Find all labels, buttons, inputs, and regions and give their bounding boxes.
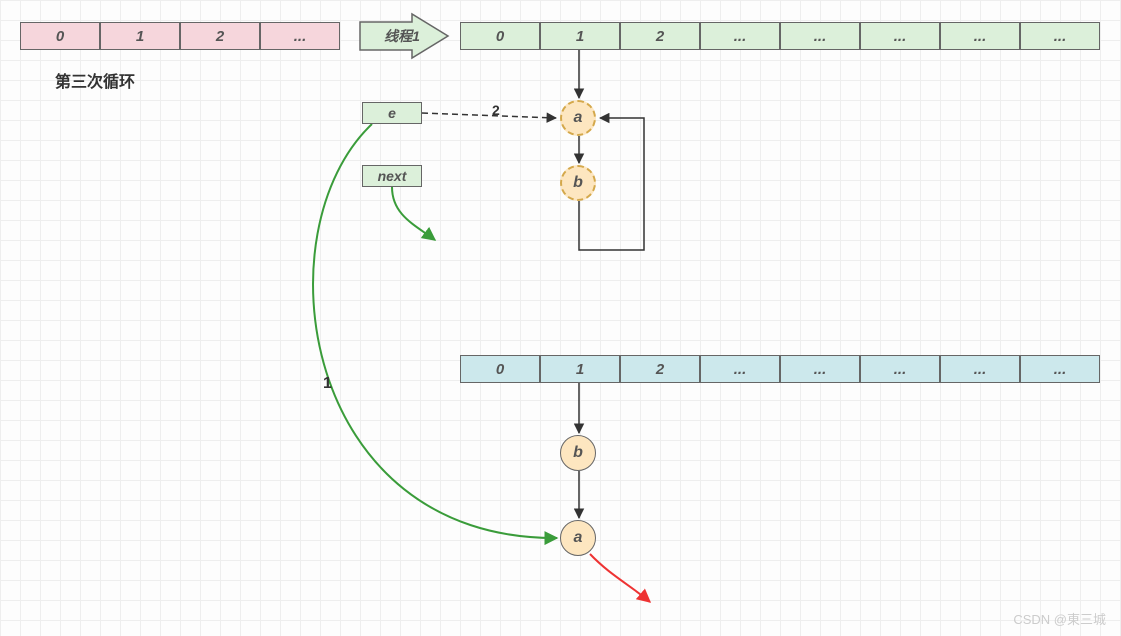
green-array-cell: 0 [460, 22, 540, 50]
blue-array-cell: 1 [540, 355, 620, 383]
pointer-e-box: e [362, 102, 422, 124]
node-a-bottom: a [560, 520, 596, 556]
green-array-cell: ... [940, 22, 1020, 50]
pointer-next-box: next [362, 165, 422, 187]
node-b-top: b [560, 165, 596, 201]
green-array-cell: ... [860, 22, 940, 50]
attribution-label: CSDN @東三城 [1013, 609, 1106, 628]
node-b-bottom: b [560, 435, 596, 471]
pink-array-cell: ... [260, 22, 340, 50]
title-label: 第三次循环 [55, 68, 135, 92]
blue-array-cell: ... [940, 355, 1020, 383]
blue-array-cell: ... [780, 355, 860, 383]
green-array-cell: 1 [540, 22, 620, 50]
node-a-top: a [560, 100, 596, 136]
svg-text:线程1: 线程1 [384, 28, 420, 44]
edge-label-1: 1 [323, 375, 332, 393]
pink-array-cell: 1 [100, 22, 180, 50]
blue-array-cell: 2 [620, 355, 700, 383]
blue-array-cell: ... [700, 355, 780, 383]
green-array-cell: ... [1020, 22, 1100, 50]
blue-array-cell: ... [860, 355, 940, 383]
pink-array-cell: 2 [180, 22, 260, 50]
blue-array-cell: ... [1020, 355, 1100, 383]
thread-arrow-icon: 线程1 [360, 14, 448, 58]
blue-array-cell: 0 [460, 355, 540, 383]
green-array-cell: ... [780, 22, 860, 50]
pink-array-cell: 0 [20, 22, 100, 50]
green-array-cell: ... [700, 22, 780, 50]
edge-label-2: 2 [492, 102, 500, 118]
green-array-cell: 2 [620, 22, 700, 50]
